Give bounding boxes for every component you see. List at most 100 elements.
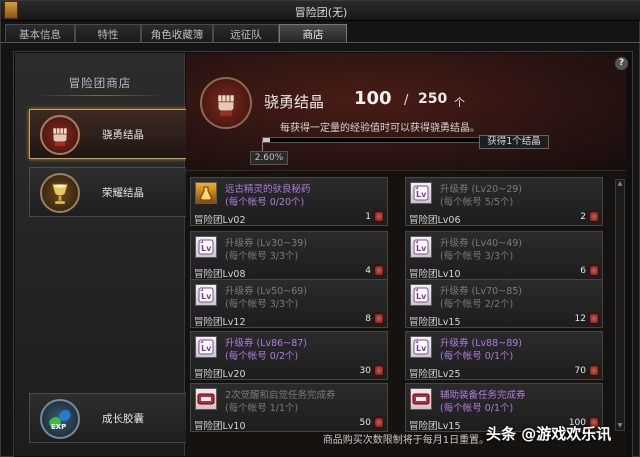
shop-item-card[interactable]: Lv 升级券 (Lv86~87) (每个帐号 0/2个) 冒险团Lv20 30 [190,331,388,380]
levelup-ticket-icon: Lv [410,236,432,258]
levelup-ticket-icon: Lv [195,336,217,358]
crystal-currency-icon [374,211,384,222]
item-name: 远古精灵的驮良秘药 [225,184,311,195]
item-purchase-limit: (每个帐号 1/1个) [225,403,299,414]
shop-item-card[interactable]: Lv 升级券 (Lv30~39) (每个帐号 3/3个) 冒险团Lv08 4 [190,231,388,280]
svg-text:Lv: Lv [201,292,212,301]
item-name: 2次觉醒和启觉任务完成券 [225,390,336,401]
shop-item-card[interactable]: 远古精灵的驮良秘药 (每个帐号 0/20个) 冒险团Lv02 1 [190,177,388,226]
currency-max: 250 [418,91,448,107]
levelup-ticket-icon: Lv [195,236,217,258]
sidebar-item-glory-crystal[interactable]: 荣耀结晶 [29,167,187,217]
shop-item-card[interactable]: Lv 升级券 (Lv50~69) (每个帐号 3/3个) 冒险团Lv12 8 [190,279,388,328]
item-required-level: 冒险团Lv06 [409,215,461,226]
shop-main: 骁勇结晶 100 / 250 个 每获得一定量的经验值时可以获得骁勇结晶。 获得… [186,53,626,456]
item-purchase-limit: (每个帐号 0/1个) [440,403,514,414]
svg-text:Lv: Lv [201,244,212,253]
svg-text:Lv: Lv [416,190,427,199]
svg-text:Lv: Lv [416,244,427,253]
svg-text:Lv: Lv [201,344,212,353]
item-purchase-limit: (每个帐号 0/2个) [225,351,299,362]
item-name: 升级券 (Lv86~87) [225,338,307,349]
scroll-down-icon[interactable]: ▼ [616,422,624,430]
crystal-currency-icon [374,265,384,276]
currency-separator: / [404,93,409,108]
item-list-scrollbar[interactable]: ▲ ▼ [615,179,625,431]
shop-item-card[interactable]: Lv 升级券 (Lv20~29) (每个帐号 5/5个) 冒险团Lv06 2 [405,177,603,226]
crystal-progress-fill [263,138,271,142]
fist-crystal-icon [40,115,80,155]
item-price: 4 [365,266,371,276]
svg-text:Lv: Lv [416,344,427,353]
tab-character-collection[interactable]: 角色收藏簿 [141,24,213,42]
currency-count: 100 [354,88,392,109]
shop-sidebar: 冒险团商店 骁勇结晶 荣耀结晶 EXP 成长胶囊 [15,53,187,456]
help-icon[interactable]: ? [615,57,628,70]
exp-capsule-icon: EXP [40,399,80,439]
levelup-ticket-icon: Lv [195,284,217,306]
item-name: 升级券 (Lv40~49) [440,238,522,249]
crystal-currency-icon [589,211,599,222]
item-required-level: 冒险团Lv10 [194,421,246,432]
item-name: 辅助装备任务完成券 [440,390,526,401]
svg-text:EXP: EXP [51,423,66,431]
crystal-currency-icon [589,265,599,276]
item-purchase-limit: (每个帐号 3/3个) [440,251,514,262]
item-price: 8 [365,314,371,324]
item-required-level: 冒险团Lv15 [409,317,461,328]
title-bar: 冒险团(无) [1,1,640,21]
sidebar-item-label: 荣耀结晶 [102,187,144,199]
quest-ticket-icon [410,388,432,410]
crystal-currency-icon [589,313,599,324]
shop-item-card[interactable]: Lv 升级券 (Lv88~89) (每个帐号 0/1个) 冒险团Lv25 70 [405,331,603,380]
levelup-ticket-icon: Lv [410,182,432,204]
item-purchase-limit: (每个帐号 2/2个) [440,299,514,310]
crystal-currency-icon [374,313,384,324]
shop-item-card[interactable]: Lv 升级券 (Lv70~85) (每个帐号 2/2个) 冒险团Lv15 12 [405,279,603,328]
sidebar-item-label: 骁勇结晶 [102,129,144,141]
sidebar-item-growth-capsule[interactable]: EXP 成长胶囊 [29,393,187,443]
item-purchase-limit: (每个帐号 0/20个) [225,197,305,208]
item-required-level: 冒险团Lv08 [194,269,246,280]
item-purchase-limit: (每个帐号 3/3个) [225,299,299,310]
sidebar-item-valor-crystal[interactable]: 骁勇结晶 [29,109,187,159]
item-price: 50 [359,418,371,428]
item-price: 2 [580,212,586,222]
potion-icon [195,182,217,204]
item-required-level: 冒险团Lv20 [194,369,246,380]
progress-percent: 2.60% [250,151,288,165]
quest-ticket-icon [195,388,217,410]
crystal-currency-icon [589,365,599,376]
svg-text:Lv: Lv [416,292,427,301]
item-required-level: 冒险团Lv02 [194,215,246,226]
item-purchase-limit: (每个帐号 0/1个) [440,351,514,362]
shop-item-card[interactable]: Lv 升级券 (Lv40~49) (每个帐号 3/3个) 冒险团Lv10 6 [405,231,603,280]
tab-basic-info[interactable]: 基本信息 [5,24,75,42]
sidebar-title: 冒险团商店 [68,76,132,90]
crystal-currency-icon [374,417,384,428]
tab-traits[interactable]: 特性 [75,24,141,42]
tab-shop[interactable]: 商店 [279,24,347,42]
item-price: 1 [365,212,371,222]
item-name: 升级券 (Lv20~29) [440,184,522,195]
levelup-ticket-icon: Lv [410,336,432,358]
progress-goal-label: 获得1个结晶 [479,135,549,149]
item-purchase-limit: (每个帐号 5/5个) [440,197,514,208]
window-title: 冒险团(无) [294,6,348,19]
item-required-level: 冒险团Lv10 [409,269,461,280]
scroll-up-icon[interactable]: ▲ [616,180,624,188]
watermark: 头条 @游戏欢乐讯 [486,425,612,443]
currency-name: 骁勇结晶 [264,93,325,111]
item-name: 升级券 (Lv50~69) [225,286,307,297]
item-price: 70 [574,366,586,376]
item-name: 升级券 (Lv30~39) [225,238,307,249]
tab-expedition[interactable]: 远征队 [213,24,279,42]
fist-crystal-icon [200,77,252,129]
levelup-ticket-icon: Lv [410,284,432,306]
shop-item-card[interactable]: 2次觉醒和启觉任务完成券 (每个帐号 1/1个) 冒险团Lv10 50 [190,383,388,432]
item-name: 升级券 (Lv88~89) [440,338,522,349]
tab-divider [1,42,640,43]
crystal-currency-icon [374,365,384,376]
item-required-level: 冒险团Lv12 [194,317,246,328]
sidebar-item-label: 成长胶囊 [102,413,144,425]
